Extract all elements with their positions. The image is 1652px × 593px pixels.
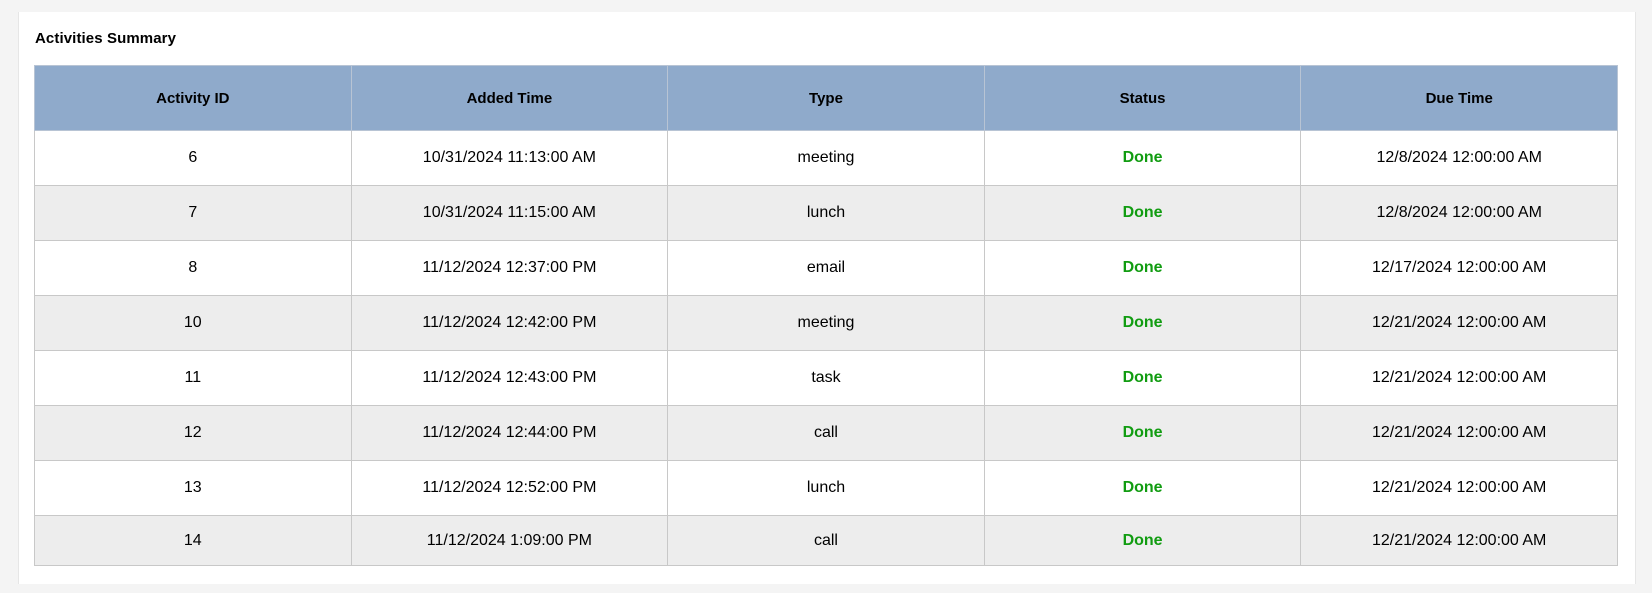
panel-title: Activities Summary xyxy=(35,30,177,47)
cell-status: Done xyxy=(983,460,1302,516)
cell-type: meeting xyxy=(667,295,985,351)
cell-type: call xyxy=(667,515,985,566)
page-footer-strip xyxy=(0,584,1652,593)
cell-status: Done xyxy=(983,350,1302,406)
table-row[interactable]: 8 11/12/2024 12:37:00 PM email Done 12/1… xyxy=(34,240,1618,296)
activities-table: Activity ID Added Time Type Status Due T… xyxy=(34,65,1618,566)
column-header-due-time[interactable]: Due Time xyxy=(1300,65,1618,131)
cell-due-time: 12/21/2024 12:00:00 AM xyxy=(1300,460,1618,516)
cell-activity-id: 8 xyxy=(34,240,352,296)
cell-type: email xyxy=(667,240,985,296)
cell-activity-id: 11 xyxy=(34,350,352,406)
cell-added-time: 11/12/2024 12:37:00 PM xyxy=(350,240,669,296)
column-header-activity-id[interactable]: Activity ID xyxy=(34,65,352,131)
cell-type: lunch xyxy=(667,460,985,516)
table-header: Activity ID Added Time Type Status Due T… xyxy=(34,65,1618,131)
cell-due-time: 12/21/2024 12:00:00 AM xyxy=(1300,515,1618,566)
cell-status: Done xyxy=(983,130,1302,186)
cell-due-time: 12/8/2024 12:00:00 AM xyxy=(1300,130,1618,186)
table-row[interactable]: 14 11/12/2024 1:09:00 PM call Done 12/21… xyxy=(34,515,1618,566)
column-header-status[interactable]: Status xyxy=(983,65,1302,131)
cell-due-time: 12/17/2024 12:00:00 AM xyxy=(1300,240,1618,296)
cell-type: meeting xyxy=(667,130,985,186)
table-row[interactable]: 7 10/31/2024 11:15:00 AM lunch Done 12/8… xyxy=(34,185,1618,241)
cell-added-time: 11/12/2024 12:43:00 PM xyxy=(350,350,669,406)
table-row[interactable]: 12 11/12/2024 12:44:00 PM call Done 12/2… xyxy=(34,405,1618,461)
cell-status: Done xyxy=(983,515,1302,566)
cell-status: Done xyxy=(983,295,1302,351)
table-body: 6 10/31/2024 11:13:00 AM meeting Done 12… xyxy=(34,130,1618,566)
activities-table-container: Activity ID Added Time Type Status Due T… xyxy=(34,65,1618,566)
page-background: Activities Summary Activity ID Added Tim… xyxy=(0,0,1652,593)
cell-added-time: 10/31/2024 11:15:00 AM xyxy=(350,185,669,241)
cell-added-time: 11/12/2024 12:42:00 PM xyxy=(350,295,669,351)
table-row[interactable]: 10 11/12/2024 12:42:00 PM meeting Done 1… xyxy=(34,295,1618,351)
cell-status: Done xyxy=(983,405,1302,461)
cell-added-time: 10/31/2024 11:13:00 AM xyxy=(350,130,669,186)
cell-type: call xyxy=(667,405,985,461)
cell-activity-id: 14 xyxy=(34,515,352,566)
cell-due-time: 12/21/2024 12:00:00 AM xyxy=(1300,405,1618,461)
cell-due-time: 12/8/2024 12:00:00 AM xyxy=(1300,185,1618,241)
cell-added-time: 11/12/2024 12:52:00 PM xyxy=(350,460,669,516)
table-row[interactable]: 13 11/12/2024 12:52:00 PM lunch Done 12/… xyxy=(34,460,1618,516)
cell-activity-id: 13 xyxy=(34,460,352,516)
cell-activity-id: 7 xyxy=(34,185,352,241)
activities-summary-panel: Activities Summary Activity ID Added Tim… xyxy=(18,12,1636,584)
cell-added-time: 11/12/2024 1:09:00 PM xyxy=(350,515,669,566)
cell-status: Done xyxy=(983,240,1302,296)
cell-activity-id: 6 xyxy=(34,130,352,186)
cell-type: task xyxy=(667,350,985,406)
cell-added-time: 11/12/2024 12:44:00 PM xyxy=(350,405,669,461)
column-header-type[interactable]: Type xyxy=(667,65,985,131)
header-row: Activity ID Added Time Type Status Due T… xyxy=(34,65,1618,131)
cell-activity-id: 12 xyxy=(34,405,352,461)
table-row[interactable]: 11 11/12/2024 12:43:00 PM task Done 12/2… xyxy=(34,350,1618,406)
cell-status: Done xyxy=(983,185,1302,241)
cell-due-time: 12/21/2024 12:00:00 AM xyxy=(1300,295,1618,351)
cell-type: lunch xyxy=(667,185,985,241)
column-header-added-time[interactable]: Added Time xyxy=(350,65,669,131)
cell-activity-id: 10 xyxy=(34,295,352,351)
cell-due-time: 12/21/2024 12:00:00 AM xyxy=(1300,350,1618,406)
table-row[interactable]: 6 10/31/2024 11:13:00 AM meeting Done 12… xyxy=(34,130,1618,186)
